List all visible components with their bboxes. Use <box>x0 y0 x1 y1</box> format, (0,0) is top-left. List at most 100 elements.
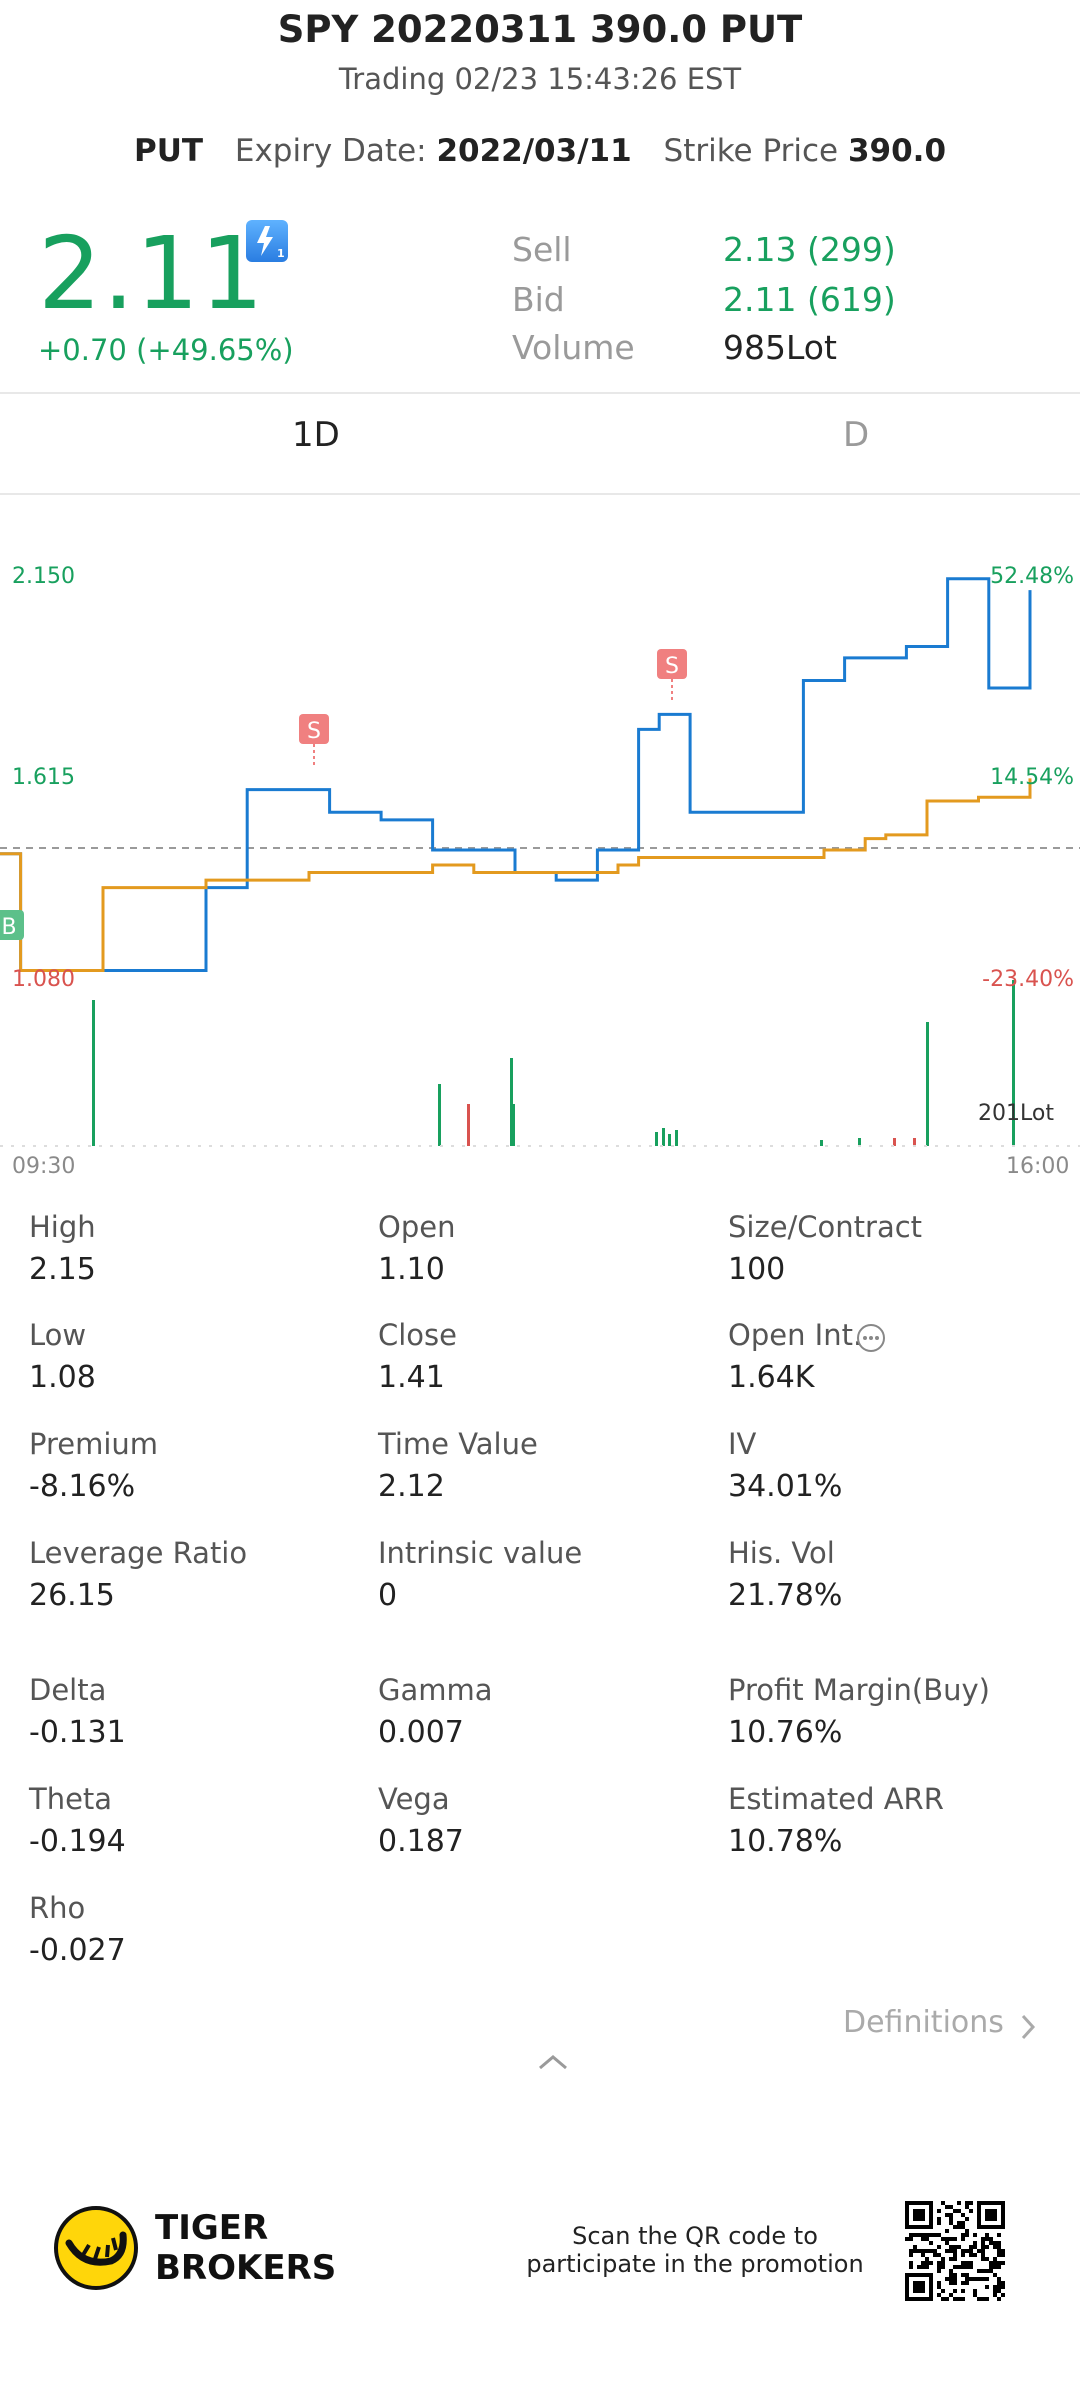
chevron-up-icon[interactable] <box>536 2052 570 2072</box>
stat-value: 1.10 <box>378 1252 445 1287</box>
stat-value: -0.027 <box>29 1933 126 1968</box>
volume-value: 985Lot <box>723 328 837 367</box>
last-price: 2.11 <box>38 215 265 332</box>
stat-label: Gamma <box>378 1673 493 1707</box>
stat-value: 21.78% <box>728 1578 843 1613</box>
pct-label-top: 52.48% <box>990 564 1074 589</box>
strike-label: Strike Price <box>663 133 839 169</box>
promo-line-2: participate in the promotion <box>526 2250 864 2278</box>
brand-name: TIGER BROKERS <box>155 2208 336 2288</box>
volume-max-label: 201Lot <box>978 1101 1054 1126</box>
y-label-mid: 1.615 <box>12 765 75 790</box>
stat-label: Open <box>378 1210 456 1244</box>
sell-marker-text: S <box>307 719 321 744</box>
more-icon[interactable] <box>855 1322 887 1354</box>
stat-value: 10.76% <box>728 1715 843 1750</box>
tiger-logo-icon <box>54 2206 138 2290</box>
pct-label-mid: 14.54% <box>990 765 1074 790</box>
stat-value: 34.01% <box>728 1469 843 1504</box>
volume-bar <box>662 1128 665 1146</box>
stat-label: Estimated ARR <box>728 1782 944 1816</box>
sell-marker[interactable]: S <box>657 649 687 702</box>
y-label-bottom: 1.080 <box>12 967 75 992</box>
contract-info-row: PUT Expiry Date: 2022/03/11 Strike Price… <box>0 133 1080 169</box>
volume-bar <box>858 1138 861 1146</box>
definitions-link[interactable]: Definitions <box>843 2005 1004 2040</box>
stat-label: Profit Margin(Buy) <box>728 1673 990 1707</box>
tab-d[interactable]: D <box>843 415 869 455</box>
stat-label: Size/Contract <box>728 1210 923 1244</box>
stat-value: 2.12 <box>378 1469 445 1504</box>
stat-label: Open Int. <box>728 1318 863 1352</box>
lightning-icon[interactable]: 1 <box>246 220 288 262</box>
qr-code[interactable] <box>905 2201 1005 2301</box>
volume-bar <box>893 1138 896 1146</box>
price-lines <box>0 577 1032 972</box>
page-title: SPY 20220311 390.0 PUT <box>277 8 803 51</box>
stat-value: 0.187 <box>378 1824 464 1859</box>
stat-value: 2.15 <box>29 1252 96 1287</box>
stat-value: 100 <box>728 1252 786 1287</box>
stat-label: His. Vol <box>728 1536 835 1570</box>
sell-marker-text: S <box>665 654 679 679</box>
stat-value: 0 <box>378 1578 398 1613</box>
volume-bar <box>913 1138 916 1146</box>
tab-1d[interactable]: 1D <box>292 415 340 455</box>
strike-value: 390.0 <box>847 133 947 169</box>
divider <box>0 392 1080 394</box>
stat-label: Theta <box>29 1782 113 1816</box>
volume-bar <box>512 1104 515 1146</box>
promo-line-1: Scan the QR code to <box>572 2222 818 2250</box>
stat-value: 26.15 <box>29 1578 115 1613</box>
volume-bar <box>438 1084 441 1146</box>
y-label-top: 2.150 <box>12 564 75 589</box>
stat-value: 1.64K <box>728 1360 815 1395</box>
sell-label: Sell <box>512 230 572 269</box>
stat-label: Rho <box>29 1891 86 1925</box>
stat-value: 1.41 <box>378 1360 445 1395</box>
intraday-chart[interactable]: 2.150 1.615 1.080 52.48% 14.54% -23.40% … <box>0 500 1080 1150</box>
divider <box>0 493 1080 495</box>
expiry-value: 2022/03/11 <box>436 133 632 169</box>
stat-label: High <box>29 1210 96 1244</box>
stat-value: 0.007 <box>378 1715 464 1750</box>
volume-bar <box>92 1000 95 1146</box>
volume-label: Volume <box>512 328 635 367</box>
svg-text:1: 1 <box>277 247 285 260</box>
stat-label: Close <box>378 1318 457 1352</box>
brand-line-2: BROKERS <box>155 2248 337 2288</box>
time-start: 09:30 <box>12 1154 76 1179</box>
option-type: PUT <box>133 133 204 169</box>
volume-bars <box>92 980 1015 1146</box>
volume-bar <box>926 1022 929 1146</box>
stat-value: -0.194 <box>29 1824 126 1859</box>
volume-bar <box>467 1104 470 1146</box>
volume-bar <box>655 1132 658 1146</box>
bid-value: 2.11 (619) <box>723 280 896 319</box>
volume-bar <box>820 1140 823 1146</box>
stat-value: -8.16% <box>29 1469 136 1504</box>
bid-label: Bid <box>512 280 565 319</box>
stat-value: 10.78% <box>728 1824 843 1859</box>
stat-label: Delta <box>29 1673 107 1707</box>
stat-label: Vega <box>378 1782 450 1816</box>
pct-label-bottom: -23.40% <box>982 967 1074 992</box>
sell-value: 2.13 (299) <box>723 230 896 269</box>
promo-text: Scan the QR code to participate in the p… <box>510 2222 880 2278</box>
volume-bar <box>668 1134 671 1146</box>
volume-bar <box>675 1130 678 1146</box>
stat-label: Premium <box>29 1427 159 1461</box>
chevron-right-icon[interactable] <box>1018 2012 1038 2042</box>
stat-value: 1.08 <box>29 1360 96 1395</box>
sell-marker[interactable]: S <box>299 714 329 768</box>
average-line <box>0 778 1032 972</box>
price-change: +0.70 (+49.65%) <box>38 333 294 367</box>
time-end: 16:00 <box>1006 1154 1070 1179</box>
stat-label: Leverage Ratio <box>29 1536 248 1570</box>
stat-value: -0.131 <box>29 1715 126 1750</box>
brand-line-1: TIGER <box>155 2208 269 2248</box>
buy-marker-text: B <box>1 915 16 940</box>
stat-label: Intrinsic value <box>378 1536 583 1570</box>
buy-marker[interactable]: B <box>0 910 24 940</box>
trading-timestamp: Trading 02/23 15:43:26 EST <box>338 62 742 96</box>
